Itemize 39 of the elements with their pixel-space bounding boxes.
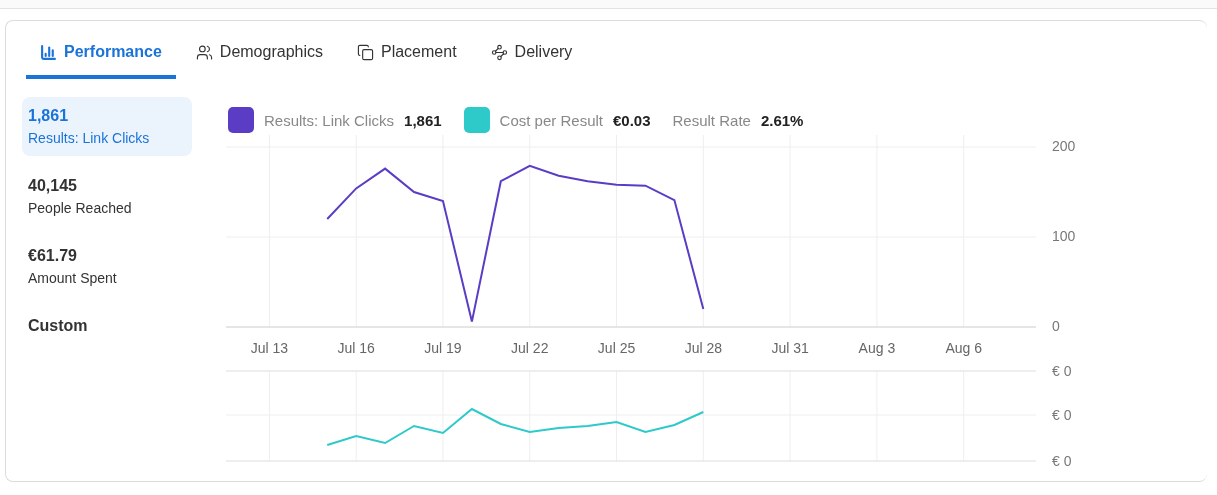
metric-value: 1,861 bbox=[28, 107, 70, 125]
metric-item[interactable]: 1,861 Results: Link Clicks bbox=[22, 97, 192, 156]
legend-label: Cost per Result bbox=[499, 111, 603, 129]
y-tick-label: € 0 bbox=[1052, 365, 1072, 379]
x-tick-label: Aug 6 bbox=[945, 340, 982, 356]
overlapping-squares-icon bbox=[357, 43, 374, 61]
metric-label: Amount Spent bbox=[28, 270, 118, 286]
x-tick-label: Jul 13 bbox=[250, 340, 289, 356]
x-tick-label: Jul 31 bbox=[771, 340, 809, 356]
people-icon bbox=[195, 43, 213, 61]
x-tick-label: Jul 22 bbox=[511, 340, 549, 356]
y-tick-label: 100 bbox=[1052, 228, 1076, 244]
tab[interactable]: Placement bbox=[343, 39, 471, 79]
y-tick-label: € 0 bbox=[1052, 453, 1072, 469]
legend-value: 1,861 bbox=[404, 111, 442, 129]
tab[interactable]: Demographics bbox=[181, 39, 337, 79]
metric-item[interactable]: 40,145 People Reached bbox=[22, 167, 192, 226]
route-icon bbox=[490, 43, 508, 61]
metric-label: Results: Link Clicks bbox=[28, 130, 151, 146]
x-tick-label: Aug 3 bbox=[858, 340, 896, 356]
y-tick-label: 200 bbox=[1052, 138, 1076, 154]
custom-item[interactable]: Custom bbox=[28, 317, 188, 335]
legend-label: Results: Link Clicks bbox=[264, 111, 395, 129]
tab[interactable]: Performance bbox=[26, 39, 176, 79]
legend-label: Result Rate bbox=[672, 111, 751, 129]
metric-label: People Reached bbox=[28, 200, 133, 216]
x-tick-label: Jul 19 bbox=[424, 340, 462, 356]
legend-value: 2.61% bbox=[760, 111, 804, 129]
y-tick-label: € 0 bbox=[1052, 407, 1072, 423]
bar-chart-icon bbox=[40, 43, 57, 61]
x-tick-label: Jul 25 bbox=[597, 340, 636, 356]
metric-value: €61.79 bbox=[28, 247, 78, 265]
x-tick-label: Jul 28 bbox=[684, 340, 722, 356]
metric-value: 40,145 bbox=[28, 177, 78, 195]
legend-value: €0.03 bbox=[612, 111, 651, 129]
metric-item[interactable]: €61.79 Amount Spent bbox=[22, 237, 192, 296]
x-tick-label: Jul 16 bbox=[337, 340, 375, 356]
y-tick-label: 0 bbox=[1052, 318, 1060, 334]
tab[interactable]: Delivery bbox=[476, 39, 587, 79]
